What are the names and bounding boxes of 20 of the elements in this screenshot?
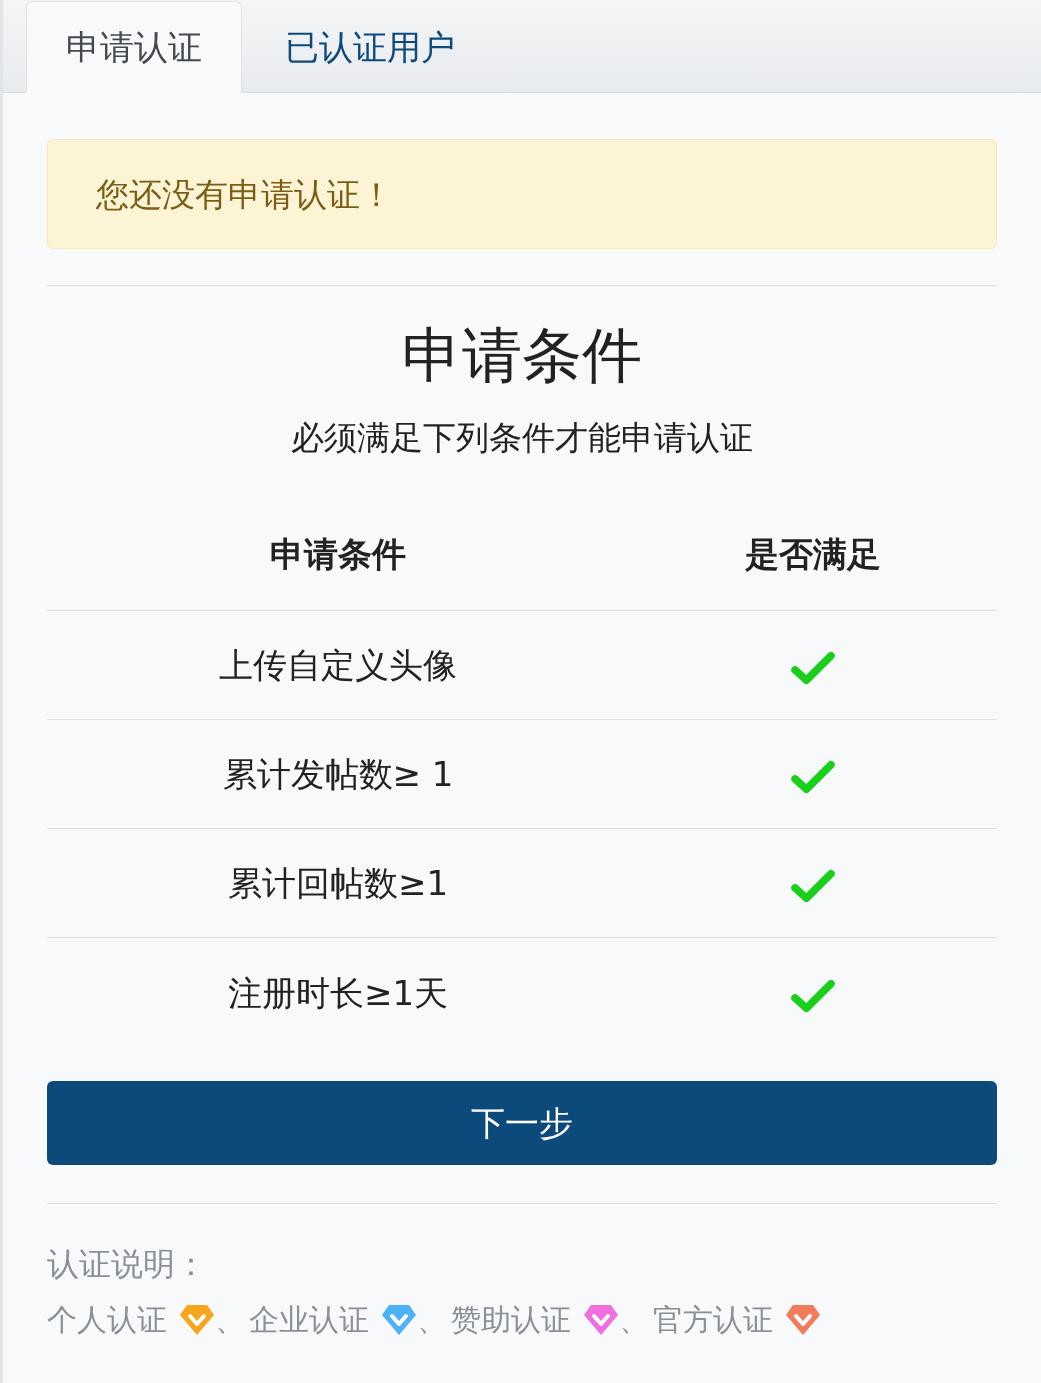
column-header: 申请条件: [270, 536, 406, 571]
table-cell: 累计发帖数≥ 1: [222, 757, 454, 791]
badge-label: 赞助认证: [451, 1305, 571, 1335]
badge-label: 企业认证: [249, 1305, 369, 1335]
separator: 、: [417, 1305, 447, 1335]
section-title: 申请条件: [402, 319, 642, 391]
next-button[interactable]: 下一步: [47, 1081, 997, 1165]
alert-message: 您还没有申请认证！: [96, 177, 393, 211]
table-cell: 注册时长≥1天: [227, 975, 449, 1010]
section-subtitle: 必须满足下列条件才能申请认证: [291, 417, 753, 459]
tab[interactable]: 申请认证: [26, 1, 242, 93]
notes-heading: 认证说明：: [47, 1244, 207, 1285]
table-cell: 累计回帖数≥1: [227, 866, 449, 900]
separator: 、: [215, 1305, 245, 1335]
tab[interactable]: 已认证用户: [242, 1, 498, 93]
column-header: 是否满足: [745, 536, 881, 571]
table-cell: 上传自定义头像: [219, 648, 457, 682]
separator: 、: [619, 1305, 649, 1335]
badge-label: 官方认证: [653, 1305, 773, 1335]
badge-label: 个人认证: [47, 1305, 167, 1335]
